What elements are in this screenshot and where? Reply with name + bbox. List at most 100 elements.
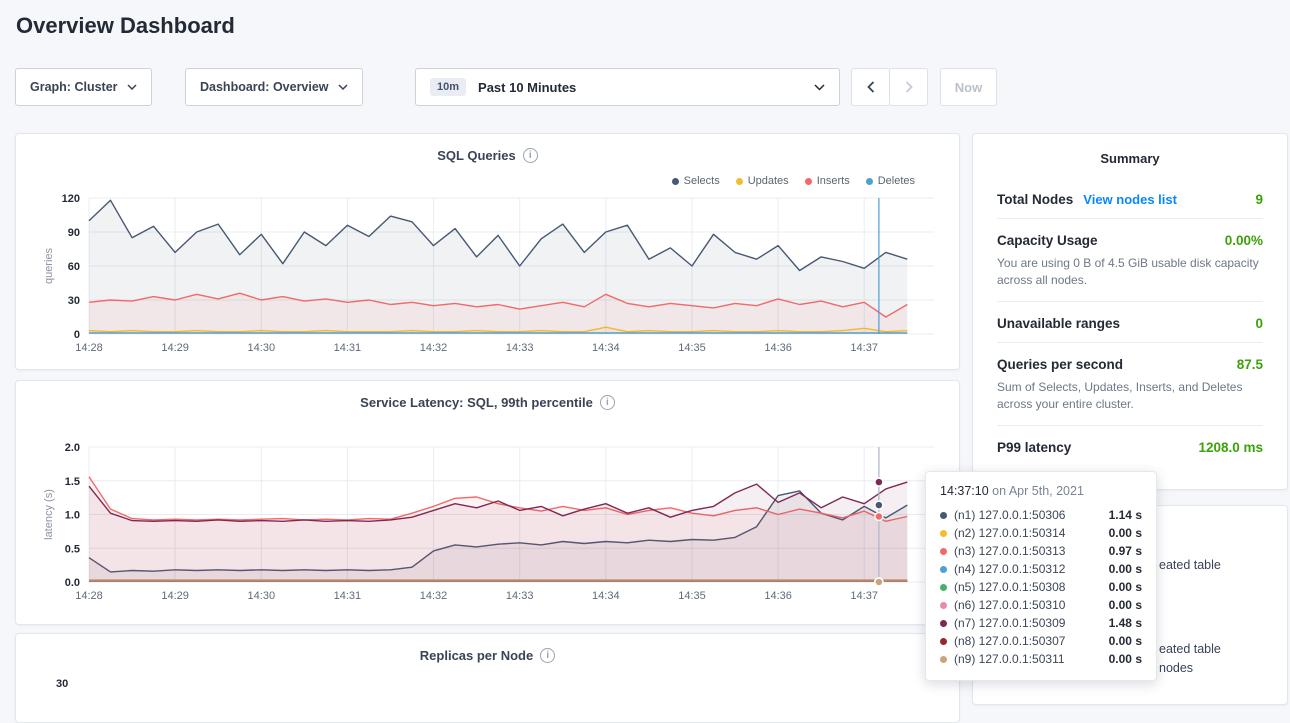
tooltip-timestamp: 14:37:10 on Apr 5th, 2021 bbox=[940, 484, 1142, 498]
time-prev-button[interactable] bbox=[851, 68, 890, 106]
summary-row: Capacity Usage 0.00% You are using 0 B of … bbox=[997, 219, 1263, 302]
svg-text:14:34: 14:34 bbox=[592, 342, 620, 354]
graph-dropdown[interactable]: Graph: Cluster bbox=[15, 68, 152, 106]
page-title: Overview Dashboard bbox=[16, 13, 235, 39]
svg-text:0: 0 bbox=[74, 329, 80, 341]
summary-title: Summary bbox=[973, 151, 1287, 166]
summary-label: Capacity Usage bbox=[997, 233, 1098, 248]
svg-text:14:28: 14:28 bbox=[75, 590, 103, 602]
svg-text:2.0: 2.0 bbox=[65, 442, 80, 454]
summary-label: Total Nodes bbox=[997, 192, 1073, 207]
svg-text:60: 60 bbox=[68, 261, 80, 273]
tooltip-node-label: (n5) 127.0.0.1:50308 bbox=[954, 580, 1065, 594]
summary-description: You are using 0 B of 4.5 GiB usable disk… bbox=[997, 255, 1263, 290]
tooltip-node-label: (n8) 127.0.0.1:50307 bbox=[954, 634, 1065, 648]
series-color-dot bbox=[940, 530, 947, 537]
svg-text:14:36: 14:36 bbox=[764, 342, 792, 354]
event-list-item[interactable]: eated table bbox=[1159, 556, 1221, 575]
summary-row: Total NodesView nodes list9 bbox=[997, 178, 1263, 219]
time-range-label: Past 10 Minutes bbox=[478, 80, 576, 95]
now-button[interactable]: Now bbox=[940, 68, 997, 106]
chevron-down-icon bbox=[814, 84, 825, 91]
sql-queries-chart-canvas[interactable]: 14:2814:2914:3014:3114:3214:3314:3414:35… bbox=[16, 134, 961, 371]
tooltip-time: 14:37:10 bbox=[940, 484, 989, 498]
svg-text:14:29: 14:29 bbox=[161, 590, 189, 602]
chevron-down-icon bbox=[338, 84, 348, 90]
tooltip-node-value: 1.14 s bbox=[1109, 508, 1142, 522]
tooltip-node-value: 1.48 s bbox=[1109, 616, 1142, 630]
tooltip-node-label: (n1) 127.0.0.1:50306 bbox=[954, 508, 1065, 522]
view-nodes-list-link[interactable]: View nodes list bbox=[1083, 192, 1177, 207]
tooltip-node-label: (n4) 127.0.0.1:50312 bbox=[954, 562, 1065, 576]
svg-text:14:32: 14:32 bbox=[420, 342, 448, 354]
summary-label: Unavailable ranges bbox=[997, 316, 1120, 331]
svg-text:14:33: 14:33 bbox=[506, 590, 534, 602]
series-color-dot bbox=[940, 620, 947, 627]
summary-value: 0.00% bbox=[1225, 233, 1263, 248]
svg-text:14:36: 14:36 bbox=[764, 590, 792, 602]
summary-row: P99 latency 1208.0 ms bbox=[997, 426, 1263, 466]
series-color-dot bbox=[940, 638, 947, 645]
tooltip-node-label: (n2) 127.0.0.1:50314 bbox=[954, 526, 1065, 540]
tooltip-node-label: (n6) 127.0.0.1:50310 bbox=[954, 598, 1065, 612]
tooltip-row: (n5) 127.0.0.1:503080.00 s bbox=[940, 578, 1142, 596]
series-color-dot bbox=[940, 512, 947, 519]
summary-row: Unavailable ranges 0 bbox=[997, 302, 1263, 343]
tooltip-node-value: 0.00 s bbox=[1109, 562, 1142, 576]
tooltip-row: (n6) 127.0.0.1:50310 0.00 s bbox=[940, 596, 1142, 614]
summary-label: Queries per second bbox=[997, 357, 1123, 372]
series-color-dot bbox=[940, 602, 947, 609]
tooltip-node-value: 0.97 s bbox=[1109, 544, 1142, 558]
tooltip-node-value: 0.00 s bbox=[1109, 634, 1142, 648]
sql-queries-panel: SQL Queries i SelectsUpdatesInsertsDelet… bbox=[15, 133, 960, 370]
svg-text:14:30: 14:30 bbox=[248, 590, 276, 602]
tooltip-node-value: 0.00 s bbox=[1109, 652, 1142, 666]
summary-value: 0 bbox=[1255, 316, 1263, 331]
tooltip-node-value: 0.00 s bbox=[1109, 598, 1142, 612]
graph-dropdown-label: Graph: bbox=[30, 80, 71, 94]
svg-text:14:33: 14:33 bbox=[506, 342, 534, 354]
chevron-down-icon bbox=[127, 84, 137, 90]
replicas-chart-title: Replicas per Node bbox=[420, 648, 533, 663]
service-latency-chart-canvas[interactable]: 14:28 14:29 14:30 14:31 14:32 14:33 14:34 14:35… bbox=[16, 381, 961, 626]
tooltip-node-label: (n3) 127.0.0.1:50313 bbox=[954, 544, 1065, 558]
tooltip-row: (n7) 127.0.0.1:50309 1.48 s bbox=[940, 614, 1142, 632]
svg-text:queries: queries bbox=[43, 247, 55, 284]
service-latency-panel: Service Latency: SQL, 99th percentile i … bbox=[15, 380, 960, 625]
summary-rows: Total NodesView nodes list9Capacity Usag… bbox=[997, 178, 1263, 466]
svg-text:14:29: 14:29 bbox=[161, 342, 189, 354]
time-next-button[interactable] bbox=[889, 68, 928, 106]
tooltip-row: (n8) 127.0.0.1:50307 0.00 s bbox=[940, 632, 1142, 650]
svg-text:1.0: 1.0 bbox=[65, 510, 80, 522]
chevron-right-icon bbox=[905, 81, 913, 93]
svg-text:1.5: 1.5 bbox=[65, 476, 80, 488]
svg-text:0.0: 0.0 bbox=[65, 577, 80, 589]
svg-text:14:37: 14:37 bbox=[850, 590, 878, 602]
tooltip-node-label: (n7) 127.0.0.1:50309 bbox=[954, 616, 1065, 630]
event-list-item[interactable]: eated tablenodes bbox=[1159, 640, 1221, 678]
svg-text:14:35: 14:35 bbox=[678, 590, 706, 602]
time-range-picker[interactable]: 10m Past 10 Minutes bbox=[415, 68, 840, 106]
series-color-dot bbox=[940, 566, 947, 573]
summary-value: 1208.0 ms bbox=[1198, 440, 1263, 455]
tooltip-row: (n2) 127.0.0.1:50314 0.00 s bbox=[940, 524, 1142, 542]
svg-text:14:31: 14:31 bbox=[334, 590, 362, 602]
svg-text:30: 30 bbox=[68, 295, 80, 307]
svg-text:14:32: 14:32 bbox=[420, 590, 448, 602]
svg-text:14:31: 14:31 bbox=[334, 342, 362, 354]
graph-dropdown-value: Cluster bbox=[74, 80, 117, 94]
tooltip-rows: (n1) 127.0.0.1:50306 1.14 s (n2) 127.0.0.1… bbox=[940, 506, 1142, 668]
info-icon[interactable]: i bbox=[540, 648, 555, 663]
dashboard-dropdown[interactable]: Dashboard: Overview bbox=[185, 68, 363, 106]
svg-text:90: 90 bbox=[68, 227, 80, 239]
svg-text:14:30: 14:30 bbox=[248, 342, 276, 354]
summary-value: 87.5 bbox=[1237, 357, 1263, 372]
summary-label: P99 latency bbox=[997, 440, 1071, 455]
svg-text:0.5: 0.5 bbox=[65, 543, 80, 555]
tooltip-node-label: (n9) 127.0.0.1:50311 bbox=[954, 652, 1065, 666]
svg-text:latency (s): latency (s) bbox=[43, 489, 55, 540]
tooltip-row: (n1) 127.0.0.1:50306 1.14 s bbox=[940, 506, 1142, 524]
svg-text:14:34: 14:34 bbox=[592, 590, 620, 602]
summary-description: Sum of Selects, Updates, Inserts, and De… bbox=[997, 379, 1263, 414]
tooltip-node-value: 0.00 s bbox=[1109, 526, 1142, 540]
